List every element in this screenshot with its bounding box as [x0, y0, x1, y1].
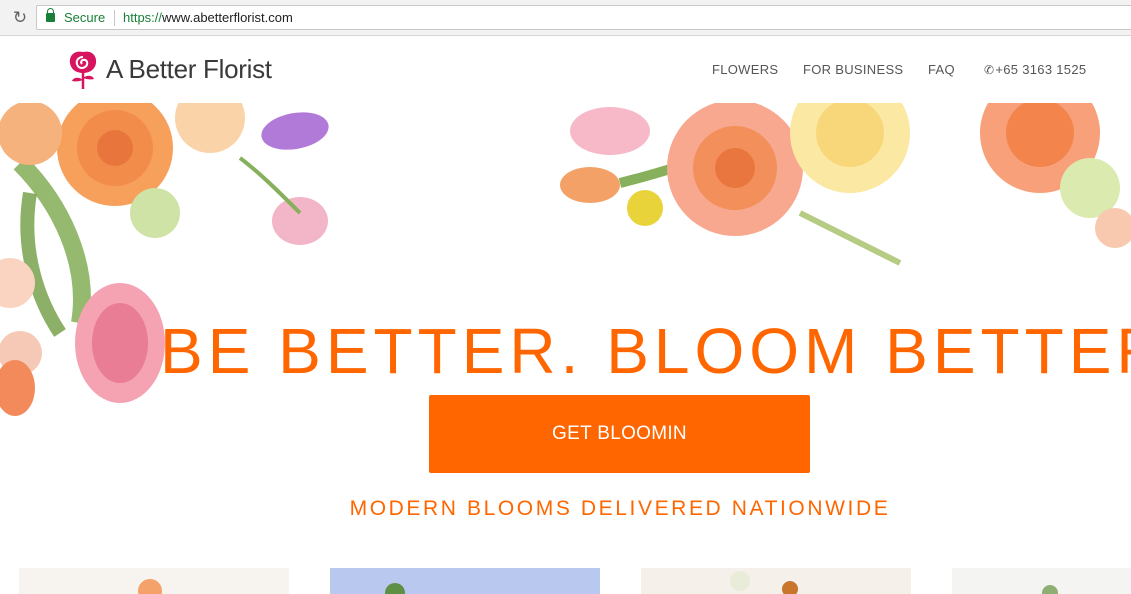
- hero-headline: BE BETTER. BLOOM BETTER.: [160, 315, 1131, 387]
- url-text[interactable]: https://www.abetterflorist.com: [123, 10, 293, 25]
- nav-phone-link[interactable]: ✆+65 3163 1525: [984, 62, 1086, 77]
- logo-text[interactable]: A Better Florist: [106, 54, 272, 85]
- nav-faq[interactable]: FAQ: [928, 62, 955, 77]
- browser-toolbar: ↻ Secure https://www.abetterflorist.com: [0, 0, 1131, 36]
- url-scheme: https://: [123, 10, 163, 25]
- phone-icon: ✆: [984, 63, 995, 77]
- secure-label: Secure: [64, 10, 106, 25]
- reload-icon[interactable]: ↻: [10, 8, 30, 28]
- phone-number: +65 3163 1525: [995, 62, 1087, 77]
- address-divider: [114, 10, 115, 26]
- address-bar[interactable]: Secure https://www.abetterflorist.com: [36, 5, 1131, 30]
- product-card-3-image: [641, 568, 911, 594]
- url-host: www.abetterflorist.com: [162, 10, 293, 25]
- product-card-2-image: [330, 568, 600, 594]
- lock-icon: [46, 8, 55, 22]
- hero-section: BE BETTER. BLOOM BETTER. GET BLOOMIN MOD…: [0, 103, 1131, 594]
- nav-for-business[interactable]: FOR BUSINESS: [803, 62, 903, 77]
- rose-logo-icon[interactable]: [64, 48, 102, 90]
- get-bloomin-button[interactable]: GET BLOOMIN: [429, 395, 810, 473]
- product-card-4-image: [952, 568, 1131, 594]
- site-header: A Better Florist FLOWERS FOR BUSINESS FA…: [0, 36, 1131, 103]
- right-flower-cluster: [560, 103, 1131, 266]
- nav-flowers[interactable]: FLOWERS: [712, 62, 778, 77]
- hero-tagline: MODERN BLOOMS DELIVERED NATIONWIDE: [349, 497, 891, 520]
